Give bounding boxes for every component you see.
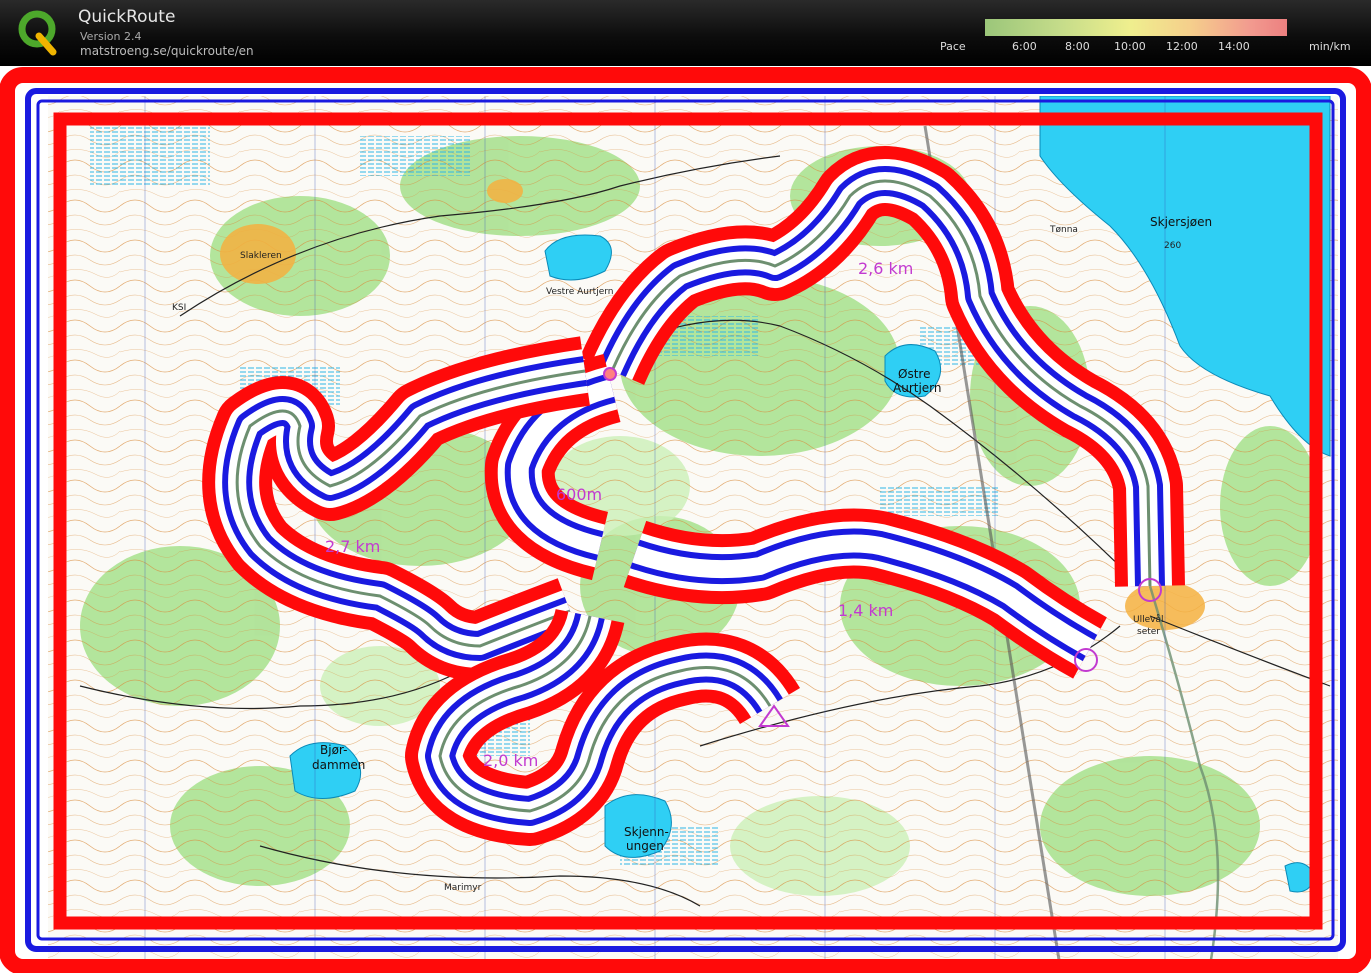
map-label: Ullevål <box>1133 614 1163 625</box>
leg-label: 2,0 km <box>483 751 538 770</box>
map-label: Skjenn- <box>624 825 669 839</box>
map-label: Østre <box>898 367 930 381</box>
map-label: dammen <box>312 758 365 772</box>
map-label: Aurtjern <box>893 381 942 395</box>
leg-label: 2,7 km <box>325 537 380 556</box>
pace-unit: min/km <box>1309 40 1351 53</box>
app-header: QuickRoute Version 2.4 matstroeng.se/qui… <box>0 0 1371 66</box>
map-label: seter <box>1137 627 1160 637</box>
pace-color-scale <box>985 19 1287 36</box>
pace-tick: 12:00 <box>1166 40 1198 53</box>
leg-label: 600m <box>556 485 602 504</box>
map-label: Bjør- <box>320 743 347 757</box>
pace-tick: 10:00 <box>1114 40 1146 53</box>
leg-label: 2,6 km <box>858 259 913 278</box>
pace-tick: 8:00 <box>1065 40 1090 53</box>
app-title: QuickRoute <box>78 7 176 27</box>
control-circle <box>603 367 617 381</box>
map-label: Marimyr <box>444 883 482 893</box>
map-label: Skjersjøen <box>1150 215 1212 229</box>
app-url[interactable]: matstroeng.se/quickroute/en <box>80 44 254 58</box>
leg-label: 1,4 km <box>838 601 893 620</box>
pace-tick: 14:00 <box>1218 40 1250 53</box>
map-label: Tønna <box>1049 225 1078 235</box>
map-label: KSI <box>172 303 186 313</box>
orienteering-map[interactable]: Skjersjøen 260 Tønna Vestre Aurtjern Øst… <box>0 66 1371 973</box>
map-label: Vestre Aurtjern <box>546 287 614 297</box>
map-label: Slakleren <box>240 251 282 261</box>
quickroute-logo-icon <box>18 10 57 56</box>
app-version: Version 2.4 <box>80 30 142 43</box>
map-view[interactable]: Skjersjøen 260 Tønna Vestre Aurtjern Øst… <box>0 66 1371 973</box>
pace-label: Pace <box>940 40 966 53</box>
map-label: 260 <box>1164 241 1181 251</box>
pace-tick: 6:00 <box>1012 40 1037 53</box>
map-label: ungen <box>626 839 664 853</box>
